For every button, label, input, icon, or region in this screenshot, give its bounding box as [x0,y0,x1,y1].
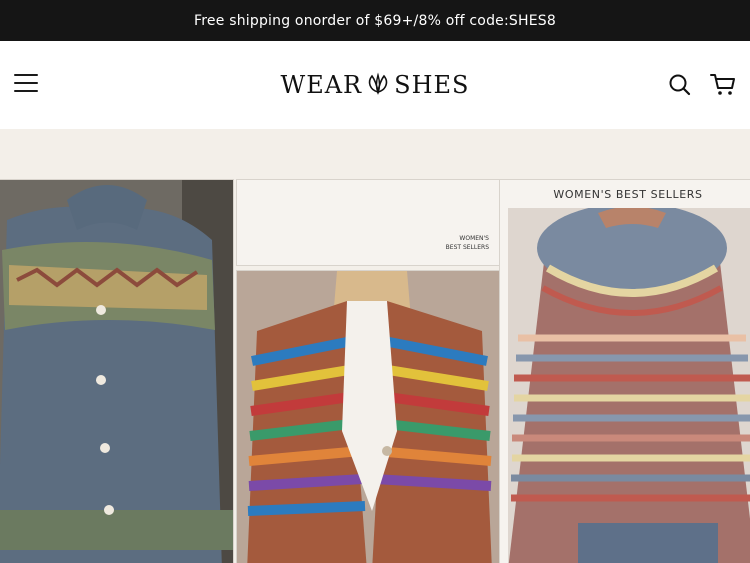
leaf-logo-icon [364,71,392,102]
product-image-hooded-cardigan[interactable] [0,179,234,563]
site-header: WEAR SHES [0,41,750,129]
promo-text: Free shipping onorder of $69+/8% off cod… [194,12,556,29]
womens-best-sellers-panel[interactable]: WOMEN'S BEST SELLERS [499,179,750,563]
brand-logo[interactable]: WEAR SHES [0,71,750,102]
search-icon[interactable] [668,73,694,99]
brand-right: SHES [394,71,470,99]
best-sellers-card: WOMEN'S BEST SELLERS [236,179,500,266]
cart-icon[interactable] [710,73,736,99]
card-label-2: BEST SELLERS [445,244,489,251]
panel-title: WOMEN'S BEST SELLERS [553,188,703,201]
card-label-1: WOMEN'S [459,235,489,242]
hero-banner[interactable]: WOMEN'S BEST SELLERS WOMEN'S BEST SELLER… [0,129,750,563]
product-image-striped-cardigan[interactable] [236,266,500,563]
brand-left: WEAR [280,71,363,99]
promo-bar: Free shipping onorder of $69+/8% off cod… [0,0,750,41]
